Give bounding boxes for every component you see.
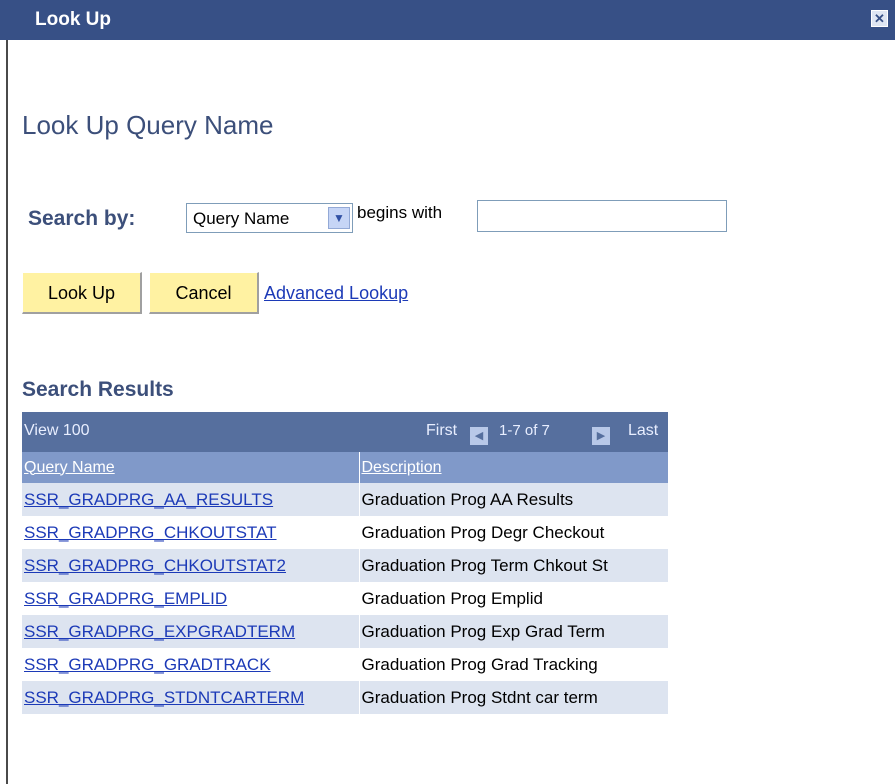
results-table: Query Name Description SSR_GRADPRG_AA_RE…	[22, 452, 669, 714]
table-row: SSR_GRADPRG_CHKOUTSTAT2 Graduation Prog …	[22, 549, 669, 582]
row-range-text: 1-7 of 7	[499, 422, 550, 439]
query-name-cell: SSR_GRADPRG_GRADTRACK	[22, 648, 360, 681]
title-bar: Look Up ✕	[0, 0, 895, 40]
description-cell: Graduation Prog Stdnt car term	[359, 681, 669, 714]
search-field-select[interactable]: Query Name ▼	[186, 203, 353, 233]
sort-query-name-link[interactable]: Query Name	[24, 459, 115, 476]
table-row: SSR_GRADPRG_STDNTCARTERM Graduation Prog…	[22, 681, 669, 714]
window-title: Look Up	[35, 9, 111, 30]
column-header-description[interactable]: Description	[359, 452, 669, 483]
table-row: SSR_GRADPRG_CHKOUTSTAT Graduation Prog D…	[22, 516, 669, 549]
page-title: Look Up Query Name	[22, 110, 274, 140]
description-cell: Graduation Prog Emplid	[359, 582, 669, 615]
query-name-link[interactable]: SSR_GRADPRG_CHKOUTSTAT	[24, 523, 277, 542]
search-by-label: Search by:	[28, 207, 136, 230]
table-row: SSR_GRADPRG_AA_RESULTS Graduation Prog A…	[22, 483, 669, 516]
query-name-link[interactable]: SSR_GRADPRG_EXPGRADTERM	[24, 622, 295, 641]
query-name-cell: SSR_GRADPRG_EXPGRADTERM	[22, 615, 360, 648]
query-name-link[interactable]: SSR_GRADPRG_AA_RESULTS	[24, 490, 273, 509]
table-row: SSR_GRADPRG_GRADTRACK Graduation Prog Gr…	[22, 648, 669, 681]
table-row: SSR_GRADPRG_EXPGRADTERM Graduation Prog …	[22, 615, 669, 648]
advanced-lookup-link[interactable]: Advanced Lookup	[264, 283, 408, 304]
query-name-link[interactable]: SSR_GRADPRG_STDNTCARTERM	[24, 688, 304, 707]
description-cell: Graduation Prog Term Chkout St	[359, 549, 669, 582]
next-arrow-icon[interactable]: ▶	[592, 427, 610, 445]
results-grid: View 100 First ◀ 1-7 of 7 ▶ Last Query N…	[22, 412, 669, 714]
table-header-row: Query Name Description	[22, 452, 669, 483]
table-row: SSR_GRADPRG_EMPLID Graduation Prog Empli…	[22, 582, 669, 615]
search-input[interactable]	[477, 200, 727, 232]
search-field-value: Query Name	[193, 209, 290, 228]
query-name-cell: SSR_GRADPRG_EMPLID	[22, 582, 360, 615]
query-name-link[interactable]: SSR_GRADPRG_GRADTRACK	[24, 655, 271, 674]
description-cell: Graduation Prog Exp Grad Term	[359, 615, 669, 648]
search-operator-label: begins with	[357, 203, 443, 222]
cancel-button[interactable]: Cancel	[149, 272, 259, 314]
view-100-link[interactable]: View 100	[24, 422, 90, 440]
close-icon[interactable]: ✕	[871, 10, 888, 27]
last-link[interactable]: Last	[628, 422, 658, 440]
description-cell: Graduation Prog Grad Tracking	[359, 648, 669, 681]
lookup-button[interactable]: Look Up	[22, 272, 142, 314]
lookup-window: Look Up ✕ Look Up Query Name Search by: …	[0, 0, 895, 784]
query-name-cell: SSR_GRADPRG_AA_RESULTS	[22, 483, 360, 516]
query-name-link[interactable]: SSR_GRADPRG_EMPLID	[24, 589, 227, 608]
query-name-cell: SSR_GRADPRG_CHKOUTSTAT2	[22, 549, 360, 582]
query-name-cell: SSR_GRADPRG_CHKOUTSTAT	[22, 516, 360, 549]
description-cell: Graduation Prog AA Results	[359, 483, 669, 516]
grid-navigation-bar: View 100 First ◀ 1-7 of 7 ▶ Last	[22, 412, 668, 452]
column-header-query-name[interactable]: Query Name	[22, 452, 360, 483]
query-name-cell: SSR_GRADPRG_STDNTCARTERM	[22, 681, 360, 714]
previous-arrow-icon[interactable]: ◀	[470, 427, 488, 445]
search-results-title: Search Results	[22, 378, 174, 401]
chevron-down-icon[interactable]: ▼	[328, 207, 350, 229]
query-name-link[interactable]: SSR_GRADPRG_CHKOUTSTAT2	[24, 556, 286, 575]
window-left-border	[6, 40, 8, 784]
sort-description-link[interactable]: Description	[362, 459, 442, 476]
first-link[interactable]: First	[426, 422, 457, 440]
description-cell: Graduation Prog Degr Checkout	[359, 516, 669, 549]
